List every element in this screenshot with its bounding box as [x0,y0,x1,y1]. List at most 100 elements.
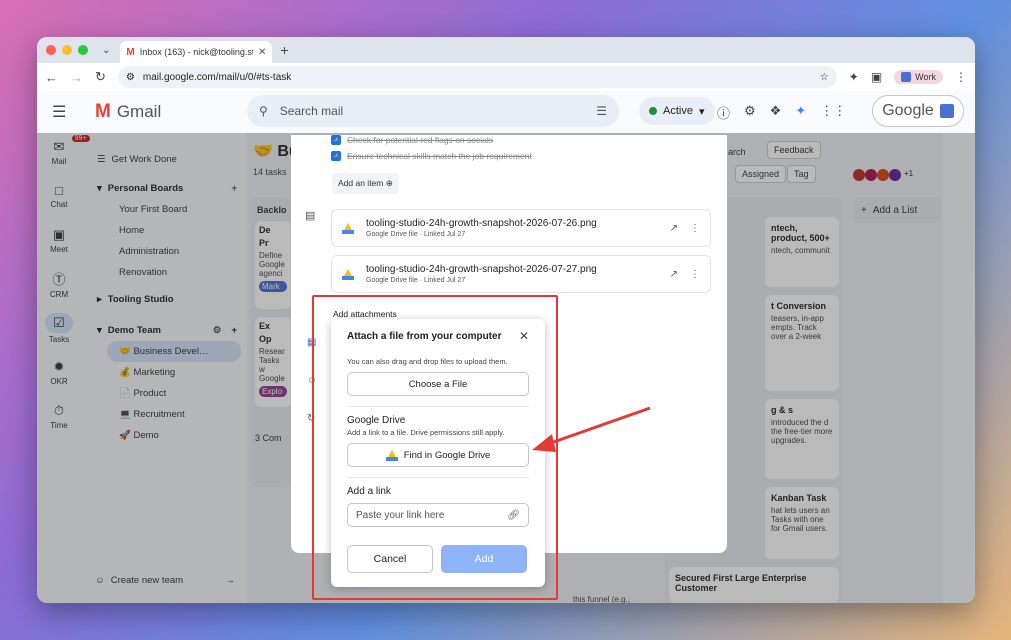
checkbox-checked-icon[interactable]: ✓ [331,151,341,161]
feedback-label: Feedback [774,145,814,155]
status-chip[interactable]: Active ▾ [639,97,715,125]
minimize-window-button[interactable] [62,45,72,55]
more-members-count: +1 [904,169,914,178]
checklist-item[interactable]: ✓ Check for potential red flags on socia… [331,135,493,145]
more-options-icon[interactable]: ⋮ [690,269,700,280]
sidebar-item-business-development[interactable]: 🤝 Business Devel… [107,341,241,362]
card-title: De [259,225,271,235]
browser-menu-icon[interactable]: ⋮ [955,70,967,84]
google-drive-icon [342,268,354,280]
main-menu-icon[interactable]: ☰ [52,102,82,122]
omnibox[interactable]: ⚙ mail.google.com/mail/u/0/#ts-task ☆ [117,66,837,88]
rail-mail[interactable]: ✉ 99+ Mail [51,133,90,171]
avatar [853,169,865,181]
add-team-board-icon[interactable]: + [231,325,237,336]
attachment-row[interactable]: tooling-studio-24h-growth-snapshot-2026-… [331,209,711,247]
feedback-button[interactable]: Feedback [767,141,821,159]
window-controls [46,45,88,55]
task-card[interactable]: g & s introduced the d the free-tier mor… [765,399,839,479]
sidebar-item-renovation[interactable]: Renovation [87,262,247,283]
task-card[interactable]: Secured First Large Enterprise Customer [669,567,839,603]
rail-tasks[interactable]: ☑ Tasks [45,309,73,347]
extensions-puzzle-icon[interactable]: ▣ [871,70,882,84]
site-settings-icon[interactable]: ⚙ [126,72,135,83]
sidebar-item-administration[interactable]: Administration [87,241,247,262]
tag-filter[interactable]: Tag [787,165,816,183]
rail-crm[interactable]: Ⓣ CRM [50,265,68,303]
more-options-icon[interactable]: ⋮ [690,223,700,234]
apps-grid-icon[interactable]: ⋮⋮ [820,103,846,122]
tooling-studio-header[interactable]: ▸ Tooling Studio [87,289,247,310]
addon-icon[interactable]: ❖ [770,103,782,122]
search-icon[interactable]: ⚲ [259,104,268,118]
card-tag: Explo [259,386,287,397]
add-item-label: Add an item [338,178,384,188]
sidebar-item-your-first-board[interactable]: Your First Board [87,199,247,220]
rail-label: CRM [49,290,69,299]
sidebar-label: Administration [119,246,180,257]
tab-list-chevron-icon[interactable]: ⌄ [102,45,110,56]
personal-boards-header[interactable]: ▾ Personal Boards + [87,178,247,199]
add-checklist-item-button[interactable]: Add an item ⊕ [332,173,399,194]
rail-time[interactable]: ⏱ Time [50,397,67,435]
rail-chat[interactable]: □ Chat [51,177,68,215]
avatar [889,169,901,181]
search-options-icon[interactable]: ☰ [596,104,607,118]
bookmark-star-icon[interactable]: ☆ [820,72,829,83]
attachment-row[interactable]: tooling-studio-24h-growth-snapshot-2026-… [331,255,711,293]
member-avatars[interactable]: +1 [853,169,913,181]
sidebar-item-marketing[interactable]: 💰 Marketing [87,362,247,383]
card-snippet: this funnel (e.g., [573,595,630,603]
task-card[interactable]: ntech, product, 500+ ntech, communit [765,217,839,287]
sidebar-label: 💻 Recruitment [119,409,185,420]
rail-label: Time [50,420,68,430]
team-settings-icon[interactable]: ⚙ [213,325,222,336]
search-bar[interactable]: ⚲ Search mail ☰ [247,95,619,127]
task-card[interactable]: De Pr Define Google agenci Mark [255,221,291,309]
rail-meet[interactable]: ▣ Meet [50,221,68,259]
get-work-done-item[interactable]: ☰ Get Work Done [87,149,247,170]
create-team-button[interactable]: ☺ Create new team → [95,575,235,586]
reload-icon[interactable]: ↻ [95,69,106,85]
task-card[interactable]: Kanban Task hat lets users an Tasks with… [765,487,839,559]
extension-icon[interactable]: ✦ [849,70,859,84]
maximize-window-button[interactable] [78,45,88,55]
sidebar-label: Your First Board [119,204,188,215]
add-board-icon[interactable]: + [231,183,237,194]
annotation-arrow [532,406,651,452]
status-dot-icon [649,107,657,115]
gmail-logo[interactable]: M Gmail [95,101,161,123]
forward-arrow-icon[interactable]: → [70,70,83,85]
assigned-filter[interactable]: Assigned [735,165,787,183]
sidebar-item-product[interactable]: 📄 Product [87,383,247,404]
task-card[interactable]: Ex Op Resear Tasks w Google Explo [255,317,291,407]
card-title: Kanban Task [771,493,827,503]
close-window-button[interactable] [46,45,56,55]
sidebar-item-recruitment[interactable]: 💻 Recruitment [87,404,247,425]
rail-label: Mail [51,156,67,166]
back-arrow-icon[interactable]: ← [45,70,58,85]
search-input[interactable]: Search mail [280,104,584,118]
google-account-button[interactable]: Google [872,95,964,127]
open-external-icon[interactable]: ↗ [670,223,678,234]
task-card[interactable]: t Conversion teasers, in-app empts. Trac… [765,295,839,391]
open-external-icon[interactable]: ↗ [670,269,678,280]
card-title: Op [259,334,272,344]
card-title: ntech, product, 500+ [771,223,830,243]
rail-okr[interactable]: ✹ OKR [50,353,67,391]
gemini-spark-icon[interactable]: ✦ [795,103,806,122]
card-text: hat lets users an Tasks with one for Gma… [771,506,830,533]
close-tab-icon[interactable]: ✕ [258,47,266,58]
new-tab-icon[interactable]: + [280,42,288,58]
sidebar-item-home[interactable]: Home [87,220,247,241]
checklist-item[interactable]: ✓ Ensure technical skills match the job … [331,151,532,161]
demo-team-header[interactable]: ▾ Demo Team ⚙ + [87,320,247,341]
profile-chip[interactable]: Work [894,70,943,84]
sidebar-label: 🚀 Demo [119,430,159,441]
add-list-button[interactable]: + Add a List [853,197,941,223]
settings-gear-icon[interactable]: ⚙ [744,103,756,122]
browser-tab-inbox[interactable]: M Inbox (163) - nick@tooling.st… ✕ [120,41,273,63]
checkbox-checked-icon[interactable]: ✓ [331,135,341,145]
help-icon[interactable]: ⓘ [717,103,730,122]
sidebar-item-demo[interactable]: 🚀 Demo [87,425,247,446]
